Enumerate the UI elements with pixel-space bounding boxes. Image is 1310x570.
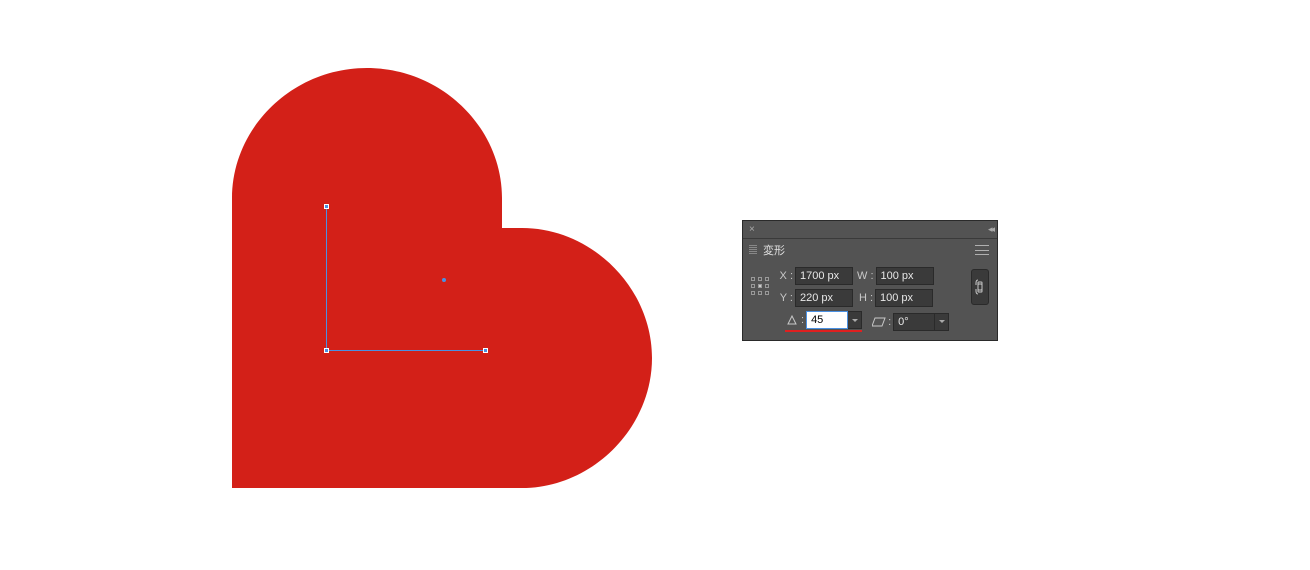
x-label: X : [777, 270, 793, 282]
panel-titlebar[interactable]: × ◂◂ [743, 221, 997, 239]
shear-input[interactable] [893, 313, 935, 331]
link-icon [975, 279, 985, 295]
panel-header[interactable]: 変形 [743, 239, 997, 261]
link-constrain-button[interactable] [971, 269, 989, 305]
rotation-icon [785, 313, 799, 327]
x-input[interactable] [795, 267, 853, 285]
h-input[interactable] [875, 289, 933, 307]
close-icon[interactable]: × [747, 224, 757, 235]
shear-icon [872, 315, 886, 329]
w-input[interactable] [876, 267, 934, 285]
rotation-input[interactable] [806, 311, 848, 329]
collapse-icon[interactable]: ◂◂ [988, 224, 993, 235]
panel-body: X : W : Y : H : [743, 261, 997, 340]
rotation-dropdown[interactable] [848, 311, 862, 329]
panel-grip-icon [749, 245, 757, 255]
w-label: W : [857, 270, 874, 282]
canvas-area[interactable] [0, 0, 700, 570]
panel-menu-icon[interactable] [975, 244, 991, 256]
y-input[interactable] [795, 289, 853, 307]
reference-point-selector[interactable] [751, 277, 771, 297]
panel-title: 変形 [763, 242, 785, 258]
transform-panel: × ◂◂ 変形 X : W : [742, 220, 998, 341]
h-label: H : [857, 292, 873, 304]
heart-shape[interactable] [232, 68, 652, 498]
y-label: Y : [777, 292, 793, 304]
shear-dropdown[interactable] [935, 313, 949, 331]
